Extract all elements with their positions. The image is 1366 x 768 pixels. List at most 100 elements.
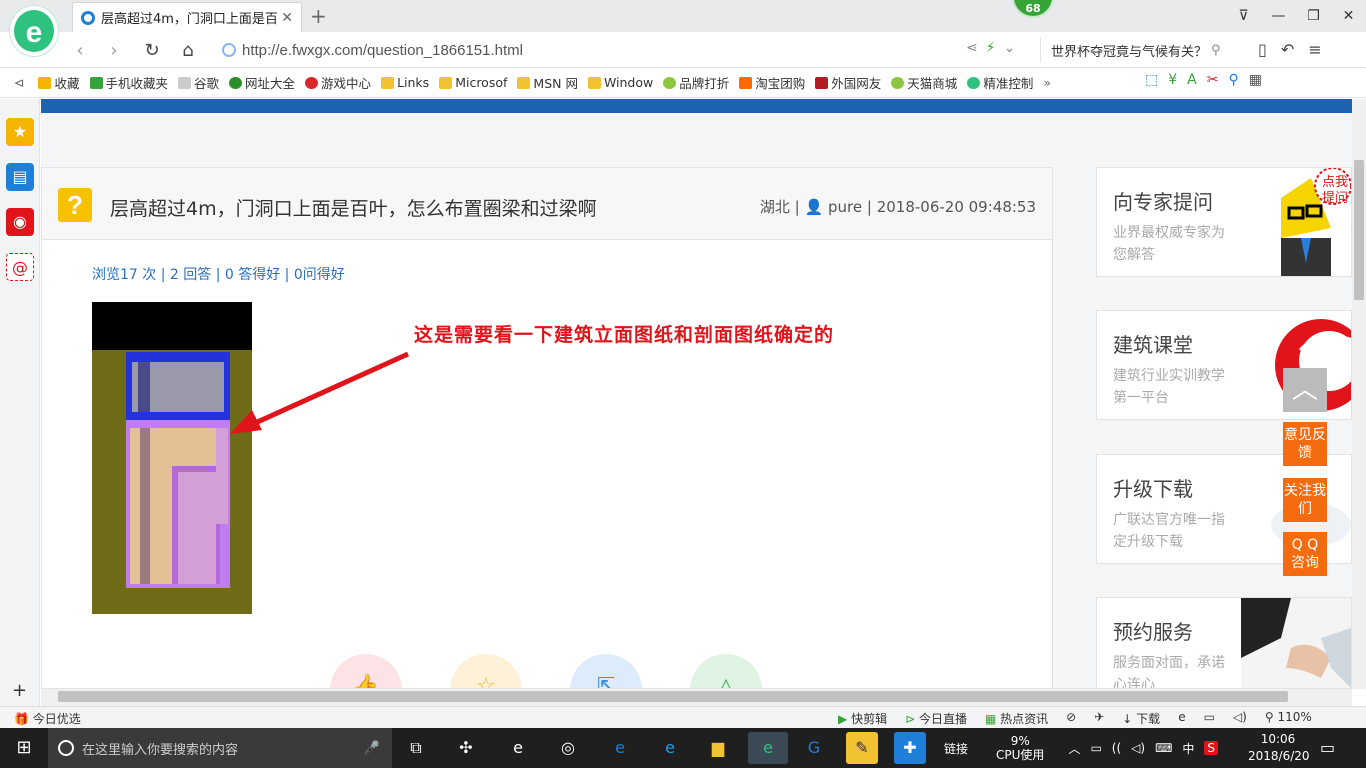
tab-close-icon[interactable]: ✕ (281, 10, 293, 26)
back-to-top-button[interactable]: ︿ (1283, 368, 1327, 412)
app-spiral-icon[interactable]: ◎ (552, 732, 584, 764)
undo-icon[interactable]: ↶ (1281, 40, 1294, 59)
favorite-button[interactable]: ☆ (450, 654, 522, 689)
today-picks[interactable]: 🎁 今日优选 (14, 710, 81, 727)
feedback-button[interactable]: 意见反馈 (1283, 422, 1327, 466)
follow-us-button[interactable]: 关注我们 (1283, 478, 1327, 522)
menu-icon[interactable]: ≡ (1308, 40, 1321, 59)
vertical-scroll-thumb[interactable] (1354, 160, 1364, 300)
home-icon[interactable]: ⌂ (176, 40, 200, 61)
layout-icon[interactable]: ▤ (6, 163, 34, 191)
news-item[interactable]: ▦ 热点资讯 (985, 710, 1048, 727)
windows-start-icon[interactable]: ⊞ (0, 728, 48, 768)
like-button[interactable]: 👍 (330, 654, 402, 689)
email-icon[interactable]: @ (6, 253, 34, 281)
pin-icon[interactable]: ✈ (1094, 710, 1104, 727)
microphone-icon[interactable]: 🎤 (364, 741, 380, 756)
browser-taskbar-icon[interactable]: e (748, 732, 788, 764)
bookmark-item[interactable]: MSN 网 (517, 73, 578, 92)
glodon-icon[interactable]: G (798, 732, 830, 764)
browser-logo-icon[interactable]: e (10, 6, 58, 56)
ext-ip-icon[interactable]: ⬚ (1145, 72, 1158, 88)
taskbar-search[interactable]: 在这里输入你要搜索的内容 🎤 (48, 728, 392, 768)
skin-icon[interactable]: ⊽ (1226, 0, 1261, 32)
bookmark-item[interactable]: 游戏中心 (305, 73, 371, 92)
task-view-icon[interactable]: ⧉ (400, 732, 432, 764)
horizontal-scroll-thumb[interactable] (58, 691, 1288, 702)
chevron-down-icon[interactable]: ⌄ (1004, 40, 1016, 56)
cpu-usage[interactable]: 9% CPU使用 (996, 734, 1044, 762)
bookmark-item[interactable]: Microsof (439, 75, 507, 90)
share-icon[interactable]: ⋖ (966, 40, 978, 56)
bookmark-item[interactable]: Window (587, 75, 653, 90)
share-button[interactable]: ⇱ (570, 654, 642, 689)
ime-indicator[interactable]: 中 (1182, 740, 1194, 757)
edge-icon[interactable]: e (604, 732, 636, 764)
bookmark-item[interactable]: 外国网友 (815, 73, 881, 92)
notes-icon[interactable]: ✎ (846, 732, 878, 764)
ie-icon[interactable]: e (1178, 710, 1185, 727)
address-bar[interactable]: http://e.fwxgx.com/question_1866151.html (222, 37, 1032, 63)
lightning-icon[interactable]: ⚡ (986, 40, 996, 56)
qq-consult-button[interactable]: Q Q 咨询 (1283, 532, 1327, 576)
more-bookmarks-button[interactable]: » (1043, 75, 1051, 90)
ask-bubble[interactable]: 点我提问 (1322, 175, 1350, 207)
ask-expert-card[interactable]: 向专家提问 业界最权威专家为您解答 (1096, 167, 1352, 277)
file-explorer-icon[interactable]: ▆ (702, 732, 734, 764)
maximize-button[interactable]: ❐ (1296, 0, 1331, 32)
new-tab-button[interactable]: + (310, 4, 327, 28)
back-icon[interactable]: ‹ (68, 40, 92, 61)
minimize-button[interactable]: — (1261, 0, 1296, 32)
active-tab[interactable]: 层高超过4m，门洞口上面是百叶 ✕ (72, 2, 302, 32)
ext-money-icon[interactable]: ¥ (1168, 72, 1177, 88)
ext-search-icon[interactable]: ⚲ (1228, 72, 1238, 88)
bookmark-item[interactable]: 品牌打折 (663, 73, 729, 92)
notification-icon[interactable]: ▭ (1320, 738, 1335, 757)
ext-scissors-icon[interactable]: ✂ (1207, 72, 1219, 88)
question-user[interactable]: pure (828, 198, 862, 216)
bookmark-item[interactable]: 精准控制 (967, 73, 1033, 92)
bookmark-item[interactable]: 手机收藏夹 (89, 73, 168, 92)
keyboard-icon[interactable]: ⌨ (1155, 741, 1172, 755)
bookmark-item[interactable]: 天猫商城 (891, 73, 957, 92)
favorites-star-icon[interactable]: ★ (6, 118, 34, 146)
zoom-level[interactable]: ⚲ 110% (1265, 710, 1312, 727)
app-fan-icon[interactable]: ✣ (450, 732, 482, 764)
quick-edit-item[interactable]: ▶ 快剪辑 (838, 710, 887, 727)
bookmark-item[interactable]: 淘宝团购 (739, 73, 805, 92)
battery-icon[interactable]: ▭ (1090, 741, 1101, 755)
search-text[interactable]: 世界杯夺冠竟与气候有关？ (1051, 41, 1207, 60)
refresh-icon[interactable]: ↻ (140, 40, 164, 61)
url-text[interactable]: http://e.fwxgx.com/question_1866151.html (242, 42, 523, 59)
volume-tray-icon[interactable]: ◁) (1131, 741, 1145, 755)
volume-icon[interactable]: ◁) (1233, 710, 1247, 727)
weibo-icon[interactable]: ◉ (6, 208, 34, 236)
search-box[interactable]: 世界杯夺冠竟与气候有关？ ⚲ (1040, 37, 1240, 63)
ie-browser-icon[interactable]: e (502, 732, 534, 764)
sogou-icon[interactable]: S (1204, 741, 1219, 755)
tray-up-icon[interactable]: ︿ (1068, 740, 1080, 757)
bookmark-item[interactable]: 收藏 (38, 73, 80, 92)
ext-translate-icon[interactable]: A (1187, 72, 1197, 88)
ie-blue-icon[interactable]: e (654, 732, 686, 764)
booking-service-card[interactable]: 预约服务 服务面对面，承诺心连心 (1096, 597, 1352, 689)
answers-count[interactable]: 2 回答 (170, 267, 211, 283)
window-icon[interactable]: ▭ (1204, 710, 1215, 727)
bookmark-item[interactable]: Links (381, 75, 429, 90)
close-window-button[interactable]: ✕ (1331, 0, 1366, 32)
bookmark-item[interactable]: 网址大全 (229, 73, 295, 92)
network-icon[interactable]: (( (1112, 741, 1121, 755)
taskbar-clock[interactable]: 10:06 2018/6/20 (1248, 731, 1310, 765)
forward-icon[interactable]: › (102, 40, 126, 61)
bookmark-item[interactable]: 谷歌 (178, 73, 219, 92)
report-button[interactable]: △ (690, 654, 762, 689)
download-item[interactable]: ↓ 下载 (1122, 710, 1160, 727)
site-info-icon[interactable] (222, 43, 236, 57)
search-icon[interactable]: ⚲ (1211, 43, 1221, 58)
ext-grid-icon[interactable]: ▦ (1249, 72, 1262, 88)
app-cross-icon[interactable]: ✚ (894, 732, 926, 764)
links-toolbar[interactable]: 链接 (944, 740, 968, 757)
sidebar-toggle-icon[interactable]: ⊲ (14, 75, 24, 90)
add-sidebar-icon[interactable]: + (12, 680, 27, 701)
live-item[interactable]: ⊳ 今日直播 (905, 710, 967, 727)
